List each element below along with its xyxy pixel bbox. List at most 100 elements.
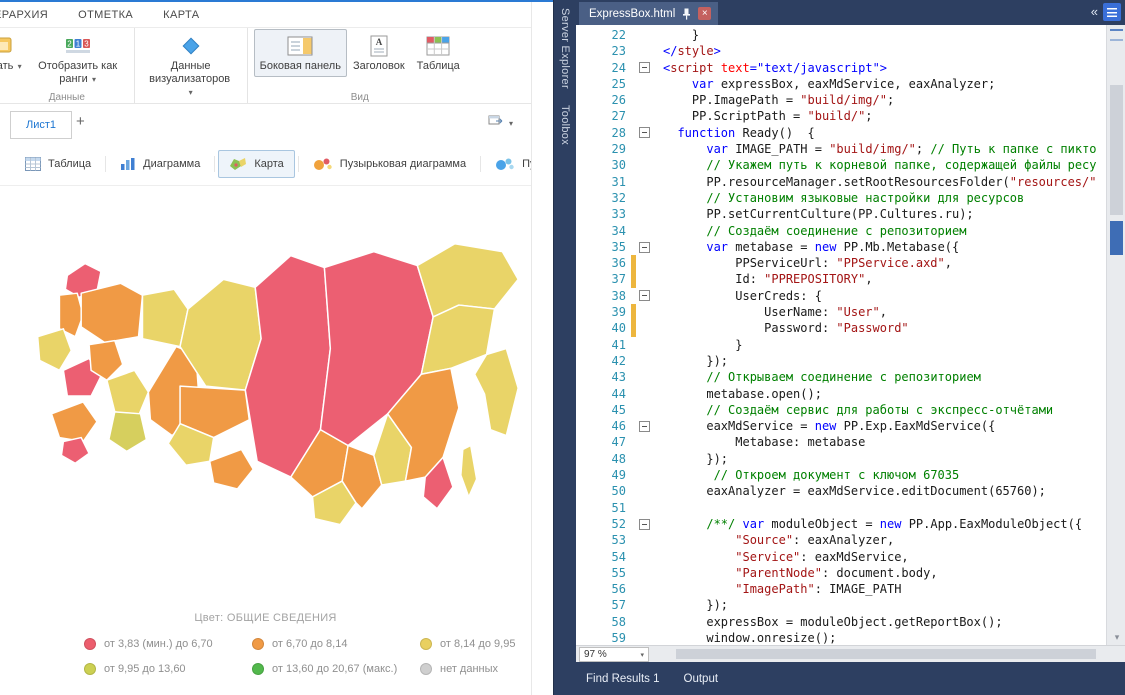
map-region[interactable] xyxy=(107,370,149,415)
code-line[interactable]: 50 eaxAnalyzer = eaxMdService.editDocume… xyxy=(576,483,1106,499)
code-line[interactable]: 38 UserCreds: { xyxy=(576,288,1106,304)
map-region[interactable] xyxy=(475,349,519,436)
splitter-grip-icon[interactable] xyxy=(1110,29,1123,41)
code-line[interactable]: 35 var metabase = new PP.Mb.Metabase({ xyxy=(576,239,1106,255)
code-text: "ImagePath": IMAGE_PATH xyxy=(653,581,901,597)
vs-side-tab[interactable]: Server Explorer xyxy=(559,8,571,89)
bottom-panel-tab[interactable]: Find Results 1 xyxy=(586,673,660,685)
sheet-options-button[interactable]: ▾ xyxy=(488,114,513,132)
vertical-scrollbar[interactable]: ▾ xyxy=(1106,25,1125,645)
fold-margin[interactable] xyxy=(636,288,653,304)
fold-collapse-icon[interactable] xyxy=(639,421,650,432)
fold-margin[interactable] xyxy=(636,418,653,434)
map-region[interactable] xyxy=(81,283,142,342)
sheet-tab[interactable]: Лист1 xyxy=(10,111,72,139)
code-line[interactable]: 33 PP.setCurrentCulture(PP.Cultures.ru); xyxy=(576,206,1106,222)
code-line[interactable]: 48 }); xyxy=(576,451,1106,467)
fold-margin[interactable] xyxy=(636,60,653,76)
code-line[interactable]: 25 var expressBox, eaxMdService, eaxAnal… xyxy=(576,76,1106,92)
code-line[interactable]: 29 var IMAGE_PATH = "build/img/"; // Пут… xyxy=(576,141,1106,157)
code-line[interactable]: 24<script text="text/javascript"> xyxy=(576,60,1106,76)
map-region[interactable] xyxy=(38,329,72,371)
code-line[interactable]: 34 // Создаём соединение с репозиторием xyxy=(576,223,1106,239)
code-line[interactable]: 52 /**/ var moduleObject = new PP.App.Ea… xyxy=(576,516,1106,532)
map-region[interactable] xyxy=(461,445,477,496)
ribbon-button[interactable]: Данные визуализаторов ▾ xyxy=(141,29,241,104)
code-line[interactable]: 26 PP.ImagePath = "build/img/"; xyxy=(576,92,1106,108)
fold-margin[interactable] xyxy=(636,516,653,532)
view-tab[interactable]: Карта xyxy=(218,150,294,178)
close-icon[interactable]: × xyxy=(698,7,711,20)
fold-collapse-icon[interactable] xyxy=(639,242,650,253)
code-line[interactable]: 54 "Service": eaxMdService, xyxy=(576,549,1106,565)
ribbon-tab[interactable]: ОТМЕТКА xyxy=(78,9,133,21)
document-tab[interactable]: ExpressBox.html × xyxy=(579,2,718,25)
code-line[interactable]: 51 xyxy=(576,500,1106,516)
ribbon-button[interactable]: AЗаголовок xyxy=(347,29,411,77)
code-line[interactable]: 30 // Укажем путь к корневой папке, соде… xyxy=(576,157,1106,173)
zoom-control[interactable]: 97 % ▾ xyxy=(579,647,649,662)
code-line[interactable]: 36 PPServiceUrl: "PPService.axd", xyxy=(576,255,1106,271)
code-line[interactable]: 37 Id: "PPREPOSITORY", xyxy=(576,271,1106,287)
fold-collapse-icon[interactable] xyxy=(639,519,650,530)
code-line[interactable]: 23</style> xyxy=(576,43,1106,59)
map-region[interactable] xyxy=(52,402,97,442)
fold-collapse-icon[interactable] xyxy=(639,127,650,138)
code-line[interactable]: 53 "Source": eaxAnalyzer, xyxy=(576,532,1106,548)
code-line[interactable]: 32 // Установим языковые настройки для р… xyxy=(576,190,1106,206)
fold-margin[interactable] xyxy=(636,125,653,141)
code-line[interactable]: 39 UserName: "User", xyxy=(576,304,1106,320)
code-line[interactable]: 28 function Ready() { xyxy=(576,125,1106,141)
code-line[interactable]: 43 // Открываем соединение с репозиторие… xyxy=(576,369,1106,385)
fold-collapse-icon[interactable] xyxy=(639,290,650,301)
view-tab[interactable]: Пузырьковая диаграмма xyxy=(302,150,477,178)
ribbon-button[interactable]: Боковая панель xyxy=(254,29,347,77)
hscrollbar-thumb[interactable] xyxy=(676,649,1096,659)
collapse-chevrons-icon[interactable]: « xyxy=(1091,4,1098,19)
code-line[interactable]: 47 Metabase: metabase xyxy=(576,434,1106,450)
view-tab[interactable]: Таблица xyxy=(14,150,102,178)
code-line[interactable]: 56 "ImagePath": IMAGE_PATH xyxy=(576,581,1106,597)
map-region[interactable] xyxy=(109,412,147,452)
ranks-icon: 213 xyxy=(65,33,91,59)
code-editor[interactable]: 22 }23</style>24<script text="text/javas… xyxy=(576,25,1106,645)
bubblesBlue-icon xyxy=(495,157,515,171)
pin-icon[interactable] xyxy=(682,8,691,20)
breakpoint-margin xyxy=(576,500,592,516)
code-line[interactable]: 27 PP.ScriptPath = "build/"; xyxy=(576,108,1106,124)
code-line[interactable]: 22 } xyxy=(576,27,1106,43)
code-line[interactable]: 58 expressBox = moduleObject.getReportBo… xyxy=(576,614,1106,630)
legend-swatch xyxy=(252,663,264,675)
fold-margin[interactable] xyxy=(636,239,653,255)
ribbon-tab[interactable]: ЕРАРХИЯ xyxy=(0,9,48,21)
code-line[interactable]: 55 "ParentNode": document.body, xyxy=(576,565,1106,581)
code-line[interactable]: 45 // Создаём сервис для работы с экспре… xyxy=(576,402,1106,418)
ribbon-button[interactable]: Таблица xyxy=(411,29,466,77)
ribbon-button[interactable]: зовать ▾ xyxy=(0,29,28,77)
fold-collapse-icon[interactable] xyxy=(639,62,650,73)
code-line[interactable]: 40 Password: "Password" xyxy=(576,320,1106,336)
code-line[interactable]: 31 PP.resourceManager.setRootResourcesFo… xyxy=(576,174,1106,190)
view-tab[interactable]: Диаграмма xyxy=(109,150,211,178)
scroll-down-arrow-icon[interactable]: ▾ xyxy=(1107,632,1125,643)
map-region[interactable] xyxy=(61,438,89,464)
code-line[interactable]: 41 } xyxy=(576,337,1106,353)
line-number: 30 xyxy=(592,157,629,173)
code-line[interactable]: 42 }); xyxy=(576,353,1106,369)
bottom-panel-bar: Find Results 1 Output xyxy=(554,662,1125,695)
vs-side-tab[interactable]: Toolbox xyxy=(559,105,571,145)
map-region[interactable] xyxy=(210,449,254,489)
code-line[interactable]: 44 metabase.open(); xyxy=(576,386,1106,402)
code-line[interactable]: 59 window.onresize(); xyxy=(576,630,1106,645)
menu-icon[interactable] xyxy=(1103,3,1121,21)
bottom-panel-tab[interactable]: Output xyxy=(684,673,719,685)
scrollbar-thumb[interactable] xyxy=(1110,85,1123,215)
ribbon-button[interactable]: 213Отобразить как ранги ▾ xyxy=(28,29,128,90)
legend-item: от 9,95 до 13,60 xyxy=(84,663,186,675)
code-line[interactable]: 49 // Откроем документ с ключом 67035 xyxy=(576,467,1106,483)
fold-margin xyxy=(636,353,653,369)
add-sheet-button[interactable]: + xyxy=(76,114,85,129)
ribbon-tab[interactable]: КАРТА xyxy=(163,9,199,21)
code-line[interactable]: 46 eaxMdService = new PP.Exp.EaxMdServic… xyxy=(576,418,1106,434)
code-line[interactable]: 57 }); xyxy=(576,597,1106,613)
